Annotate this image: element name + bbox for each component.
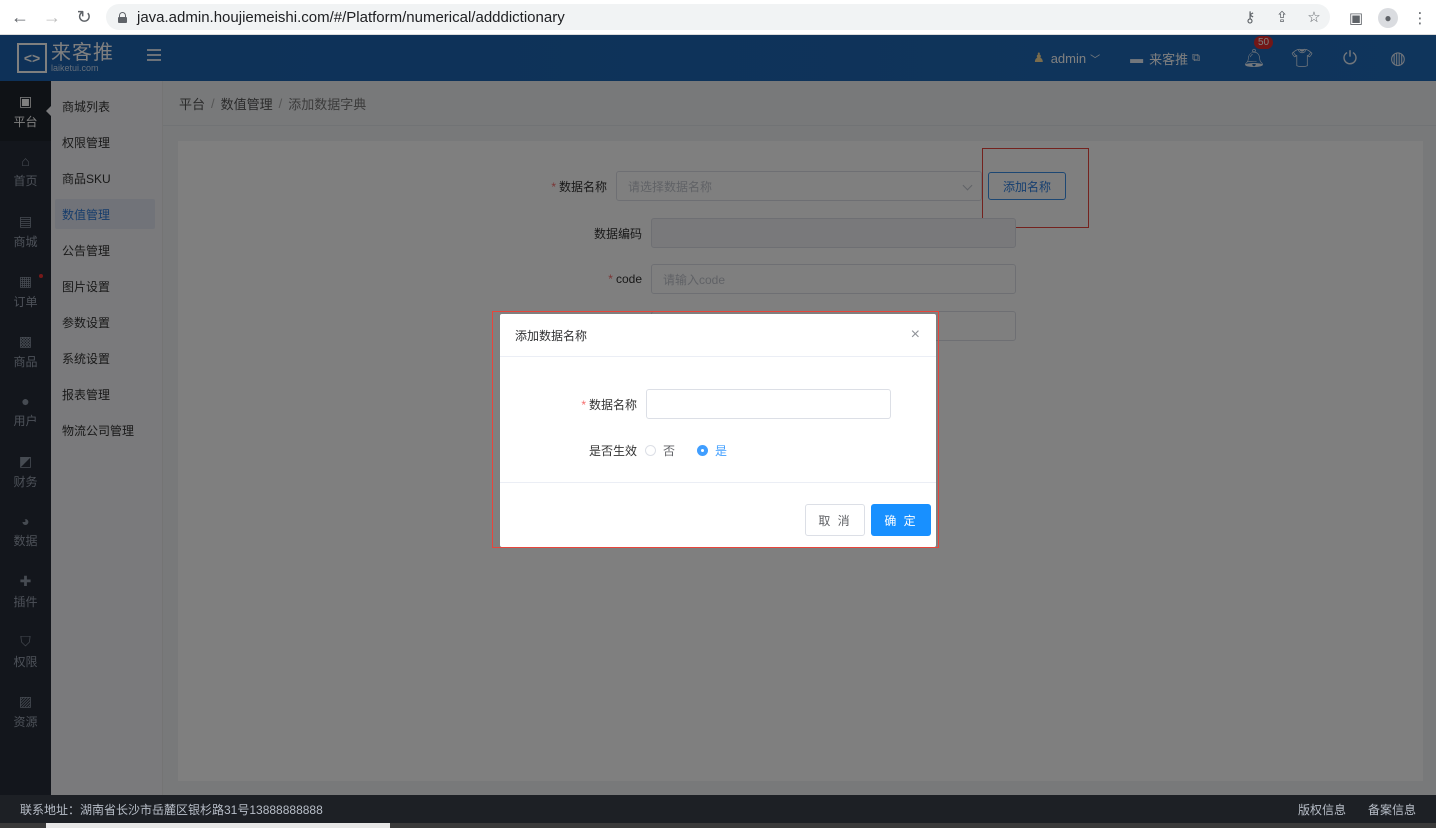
copyright-link[interactable]: 版权信息 (1298, 801, 1346, 818)
cancel-button[interactable]: 取 消 (805, 504, 865, 536)
radio-label-no[interactable]: 否 (663, 442, 675, 459)
back-arrow-icon[interactable]: ← (4, 1, 36, 33)
share-icon[interactable]: ⇪ (1266, 1, 1298, 33)
key-icon[interactable]: ⚷ (1234, 1, 1266, 33)
field-label: *数据名称 (581, 398, 637, 412)
dialog-name-input[interactable] (646, 389, 891, 419)
dialog-body: * 数据名称 是否生效 否 是 (500, 357, 936, 483)
radio-label-yes[interactable]: 是 (715, 442, 727, 459)
dialog-title: 添加数据名称 (515, 328, 588, 343)
reload-icon[interactable]: ↻ (68, 1, 100, 33)
browser-toolbar: ← → ↻ java.admin.houjiemeishi.com/#/Plat… (0, 0, 1436, 35)
dialog-header: 添加数据名称 × (500, 314, 936, 357)
radio-yes[interactable] (697, 445, 709, 456)
confirm-button[interactable]: 确 定 (871, 504, 931, 536)
url-text[interactable]: java.admin.houjiemeishi.com/#/Platform/n… (137, 9, 565, 26)
star-icon[interactable]: ☆ (1298, 1, 1330, 33)
forward-arrow-icon[interactable]: → (36, 1, 68, 33)
record-link[interactable]: 备案信息 (1368, 801, 1416, 818)
address-bar[interactable]: java.admin.houjiemeishi.com/#/Platform/n… (106, 4, 1330, 30)
profile-icon[interactable]: ● (1372, 2, 1404, 34)
field-label: 是否生效 (588, 444, 637, 458)
horizontal-scrollbar[interactable] (0, 823, 1436, 828)
scrollbar-thumb[interactable] (46, 823, 390, 828)
lock-icon (118, 11, 127, 23)
more-menu-icon[interactable]: ⋮ (1404, 2, 1436, 34)
active-radio-group: 否 是 (645, 442, 727, 459)
page-footer: 联系地址：湖南省长沙市岳麓区银杉路31号13888888888 版权信息 备案信… (0, 795, 1436, 823)
add-name-dialog: 添加数据名称 × * 数据名称 是否生效 否 是 取 消 确 定 (500, 314, 936, 547)
side-panel-icon[interactable]: ▣ (1340, 2, 1372, 34)
close-icon[interactable]: × (911, 327, 920, 343)
footer-address: 联系地址：湖南省长沙市岳麓区银杉路31号13888888888 (20, 802, 323, 817)
radio-no[interactable] (645, 445, 656, 456)
dialog-footer: 取 消 确 定 (500, 483, 936, 547)
